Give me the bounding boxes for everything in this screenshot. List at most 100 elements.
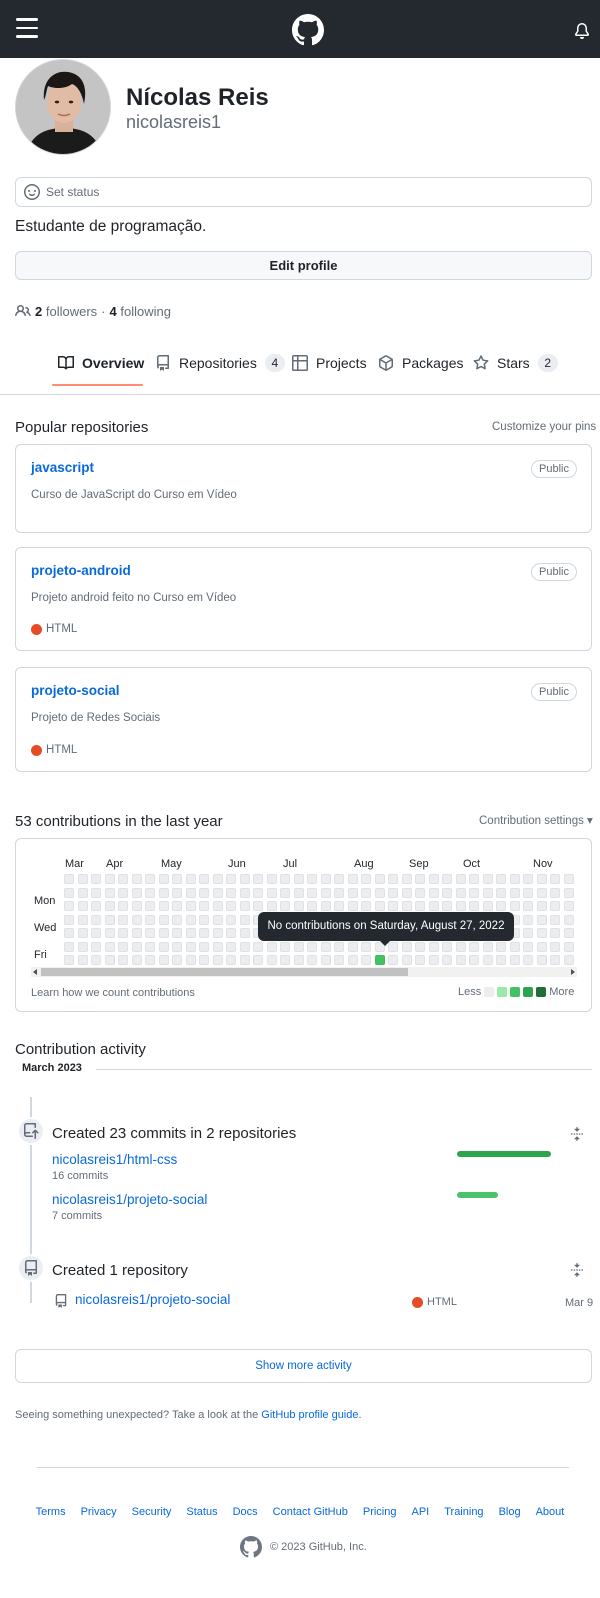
contribution-day-cell[interactable] — [293, 874, 304, 884]
contribution-day-cell[interactable] — [442, 901, 452, 911]
contribution-day-cell[interactable] — [347, 887, 358, 898]
contribution-day-cell[interactable] — [280, 874, 290, 884]
contribution-day-cell[interactable] — [509, 874, 520, 884]
contribution-day-cell[interactable] — [212, 874, 223, 884]
contribution-day-cell[interactable] — [442, 941, 452, 952]
footer-link-api[interactable]: API — [411, 1506, 429, 1518]
contribution-day-cell[interactable] — [185, 955, 196, 965]
contribution-day-cell[interactable] — [118, 901, 128, 911]
footer-link-status[interactable]: Status — [186, 1506, 217, 1518]
contribution-day-cell[interactable] — [415, 941, 425, 952]
contribution-day-cell[interactable] — [523, 914, 533, 925]
contribution-settings-dropdown[interactable]: Contribution settings ▾ — [479, 813, 593, 827]
tab-overview[interactable]: Overview — [58, 340, 144, 386]
contribution-day-cell[interactable] — [388, 874, 398, 884]
contribution-day-cell[interactable] — [64, 901, 74, 911]
edit-profile-button[interactable]: Edit profile — [15, 251, 592, 280]
contribution-day-cell[interactable] — [536, 955, 547, 965]
contribution-day-cell[interactable] — [496, 955, 506, 965]
contribution-day-cell[interactable] — [145, 874, 155, 884]
contribution-day-cell[interactable] — [226, 941, 236, 952]
repo-link[interactable]: projeto-social — [31, 683, 120, 698]
contribution-day-cell[interactable] — [158, 955, 169, 965]
contribution-day-cell[interactable] — [91, 901, 101, 911]
footer-link-privacy[interactable]: Privacy — [81, 1506, 117, 1518]
footer-link-blog[interactable]: Blog — [499, 1506, 521, 1518]
contribution-day-cell[interactable] — [347, 955, 358, 965]
contribution-day-cell[interactable] — [131, 941, 142, 952]
contribution-day-cell[interactable] — [239, 914, 250, 925]
contribution-day-cell[interactable] — [307, 874, 317, 884]
contribution-day-cell[interactable] — [307, 955, 317, 965]
contribution-day-cell[interactable] — [563, 928, 574, 938]
contribution-day-cell[interactable] — [401, 941, 412, 952]
contribution-day-cell[interactable] — [172, 941, 182, 952]
contribution-day-cell[interactable] — [77, 955, 88, 965]
footer-link-docs[interactable]: Docs — [233, 1506, 258, 1518]
contribution-day-cell[interactable] — [307, 901, 317, 911]
contribution-day-cell[interactable] — [64, 941, 74, 952]
contribution-day-cell[interactable] — [442, 874, 452, 884]
contribution-day-cell[interactable] — [401, 887, 412, 898]
contribution-day-cell[interactable] — [293, 901, 304, 911]
contribution-day-cell[interactable] — [185, 887, 196, 898]
profile-guide-link[interactable]: GitHub profile guide — [261, 1409, 358, 1421]
contribution-day-cell[interactable] — [509, 941, 520, 952]
contribution-day-cell[interactable] — [455, 941, 466, 952]
contribution-day-cell[interactable] — [104, 955, 115, 965]
contribution-day-cell[interactable] — [320, 955, 331, 965]
contribution-day-cell[interactable] — [185, 901, 196, 911]
tab-packages[interactable]: Packages — [378, 340, 463, 386]
contribution-day-cell[interactable] — [239, 941, 250, 952]
footer-link-pricing[interactable]: Pricing — [363, 1506, 397, 1518]
contribution-day-cell[interactable] — [334, 941, 344, 952]
contribution-day-cell[interactable] — [469, 887, 479, 898]
contribution-day-cell[interactable] — [509, 887, 520, 898]
show-more-activity-button[interactable]: Show more activity — [15, 1349, 592, 1383]
customize-pins-link[interactable]: Customize your pins — [492, 421, 596, 433]
contribution-day-cell[interactable] — [199, 955, 209, 965]
contribution-day-cell[interactable] — [563, 941, 574, 952]
contribution-day-cell[interactable] — [536, 914, 547, 925]
contribution-day-cell[interactable] — [104, 914, 115, 925]
contribution-day-cell[interactable] — [145, 941, 155, 952]
contribution-day-cell[interactable] — [77, 874, 88, 884]
contribution-day-cell[interactable] — [523, 928, 533, 938]
contribution-day-cell[interactable] — [401, 901, 412, 911]
tab-projects[interactable]: Projects — [292, 340, 367, 386]
contribution-day-cell[interactable] — [469, 901, 479, 911]
contribution-day-cell[interactable] — [239, 874, 250, 884]
avatar[interactable] — [15, 59, 111, 155]
following-link[interactable]: 4 following — [110, 304, 171, 319]
contribution-day-cell[interactable] — [266, 955, 277, 965]
contribution-day-cell[interactable] — [442, 955, 452, 965]
contribution-day-cell[interactable] — [307, 941, 317, 952]
contribution-day-cell[interactable] — [455, 901, 466, 911]
tab-stars[interactable]: Stars 2 — [473, 340, 558, 386]
contribution-day-cell[interactable] — [536, 941, 547, 952]
contribution-day-cell[interactable] — [428, 941, 439, 952]
contribution-day-cell[interactable] — [428, 887, 439, 898]
contribution-day-cell[interactable] — [104, 874, 115, 884]
contribution-day-cell[interactable] — [563, 887, 574, 898]
contribution-day-cell[interactable] — [118, 914, 128, 925]
contribution-day-cell[interactable] — [226, 901, 236, 911]
contribution-day-cell[interactable] — [118, 928, 128, 938]
contribution-day-cell[interactable] — [496, 887, 506, 898]
footer-link-about[interactable]: About — [536, 1506, 565, 1518]
contribution-day-cell[interactable] — [374, 955, 385, 965]
contribution-day-cell[interactable] — [185, 928, 196, 938]
contribution-day-cell[interactable] — [374, 874, 385, 884]
contribution-day-cell[interactable] — [64, 955, 74, 965]
contribution-day-cell[interactable] — [77, 941, 88, 952]
contribution-day-cell[interactable] — [415, 887, 425, 898]
contribution-day-cell[interactable] — [361, 955, 371, 965]
contribution-day-cell[interactable] — [172, 928, 182, 938]
contribution-day-cell[interactable] — [199, 914, 209, 925]
contribution-day-cell[interactable] — [212, 928, 223, 938]
contribution-day-cell[interactable] — [172, 955, 182, 965]
contribution-day-cell[interactable] — [388, 901, 398, 911]
contribution-day-cell[interactable] — [212, 887, 223, 898]
contribution-day-cell[interactable] — [280, 887, 290, 898]
contribution-day-cell[interactable] — [401, 874, 412, 884]
